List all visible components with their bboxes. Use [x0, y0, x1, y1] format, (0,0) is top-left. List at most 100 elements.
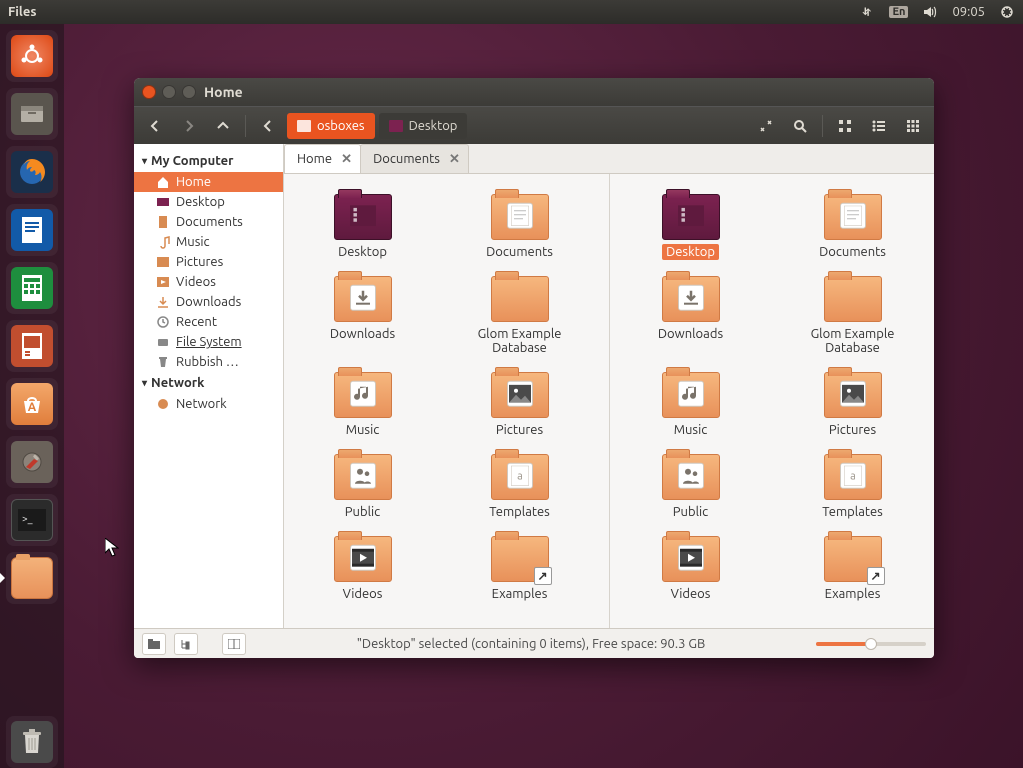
sidebar-section-network[interactable]: ▾Network [134, 372, 283, 394]
sidebar-item-downloads[interactable]: Downloads [134, 292, 283, 312]
window-title: Home [204, 84, 243, 100]
statusbar: "Desktop" selected (containing 0 items),… [134, 628, 934, 658]
folder-glom-example-database[interactable]: Glom Example Database [778, 270, 928, 362]
window-close-button[interactable] [142, 85, 156, 99]
clock[interactable]: 09:05 [952, 5, 985, 19]
desktop-icon [156, 195, 170, 209]
nav-back-button[interactable] [140, 112, 170, 140]
chevron-down-icon: ▾ [142, 155, 147, 167]
folder-desktop[interactable]: Desktop [290, 188, 435, 266]
folder-documents[interactable]: Documents [447, 188, 592, 266]
folder-public[interactable]: Public [616, 448, 766, 526]
nav-up-button[interactable] [208, 112, 238, 140]
pathbar-segment-osboxes[interactable]: osboxes [287, 113, 375, 139]
launcher-trash[interactable] [6, 716, 58, 768]
top-panel: Files En 09:05 [0, 0, 1023, 24]
folder-label: Desktop [334, 244, 391, 260]
file-pane-left[interactable]: Desktop Documents DownloadsGlom Example Da… [284, 174, 609, 628]
launcher-impress[interactable] [6, 320, 58, 372]
menubar-app-label[interactable]: Files [8, 5, 36, 19]
toggle-extra-pane-button[interactable] [222, 633, 246, 655]
folder-desktop[interactable]: Desktop [616, 188, 766, 266]
sidebar-item-label: Recent [176, 315, 217, 329]
volume-indicator-icon[interactable] [922, 4, 938, 20]
folder-examples[interactable]: ↗Examples [447, 530, 592, 608]
folder-glom-example-database[interactable]: Glom Example Database [447, 270, 592, 362]
tab-home[interactable]: Home✕ [284, 144, 361, 173]
trash-icon [156, 355, 170, 369]
svg-text:>_: >_ [22, 513, 33, 524]
show-places-button[interactable] [142, 633, 166, 655]
nav-recent-button[interactable] [253, 112, 283, 140]
folder-label: Documents [482, 244, 557, 260]
chevron-down-icon: ▾ [142, 377, 147, 389]
launcher-writer[interactable] [6, 204, 58, 256]
session-indicator-icon[interactable] [999, 4, 1015, 20]
sidebar-item-recent[interactable]: Recent [134, 312, 283, 332]
folder-templates[interactable]: a Templates [447, 448, 592, 526]
launcher-software[interactable]: A [6, 378, 58, 430]
folder-label: Public [341, 504, 384, 520]
svg-text:a: a [517, 471, 523, 483]
launcher-calc[interactable] [6, 262, 58, 314]
file-manager-window: Home osboxes Desktop ▾My Computer HomeDe… [134, 78, 934, 658]
zoom-slider[interactable] [816, 642, 926, 646]
show-tree-button[interactable] [174, 633, 198, 655]
folder-label: Pictures [492, 422, 547, 438]
folder-label: Templates [485, 504, 554, 520]
keyboard-indicator[interactable]: En [889, 6, 908, 18]
folder-music[interactable]: Music [290, 366, 435, 444]
window-maximize-button[interactable] [182, 85, 196, 99]
launcher-firefox[interactable] [6, 146, 58, 198]
folder-music[interactable]: Music [616, 366, 766, 444]
folder-documents[interactable]: Documents [778, 188, 928, 266]
view-icons-button[interactable] [830, 112, 860, 140]
network-indicator-icon[interactable] [859, 4, 875, 20]
folder-videos[interactable]: Videos [290, 530, 435, 608]
sidebar-item-network[interactable]: Network [134, 394, 283, 414]
sidebar-item-music[interactable]: Music [134, 232, 283, 252]
titlebar[interactable]: Home [134, 78, 934, 106]
toggle-location-button[interactable] [751, 112, 781, 140]
folder-label: Music [342, 422, 384, 438]
close-icon[interactable]: ✕ [449, 152, 460, 167]
folder-examples[interactable]: ↗Examples [778, 530, 928, 608]
sidebar-item-pictures[interactable]: Pictures [134, 252, 283, 272]
launcher-dash[interactable] [6, 30, 58, 82]
folder-templates[interactable]: aTemplates [778, 448, 928, 526]
folder-videos[interactable]: Videos [616, 530, 766, 608]
sidebar-item-rubbish-[interactable]: Rubbish … [134, 352, 283, 372]
view-compact-button[interactable] [898, 112, 928, 140]
sidebar-item-label: Music [176, 235, 210, 249]
sidebar-section-my-computer[interactable]: ▾My Computer [134, 150, 283, 172]
folder-downloads[interactable]: Downloads [290, 270, 435, 362]
window-minimize-button[interactable] [162, 85, 176, 99]
sidebar-item-videos[interactable]: Videos [134, 272, 283, 292]
sidebar-item-home[interactable]: Home [134, 172, 283, 192]
launcher-settings[interactable] [6, 436, 58, 488]
folder-pictures[interactable]: Pictures [778, 366, 928, 444]
folder-label: Videos [339, 586, 387, 602]
folder-label: Glom Example Database [783, 326, 923, 356]
launcher-files-running[interactable] [6, 552, 58, 604]
pictures-icon [156, 255, 170, 269]
music-icon [156, 235, 170, 249]
folder-label: Pictures [825, 422, 880, 438]
folder-downloads[interactable]: Downloads [616, 270, 766, 362]
sidebar-item-desktop[interactable]: Desktop [134, 192, 283, 212]
folder-label: Music [670, 422, 712, 438]
folder-public[interactable]: Public [290, 448, 435, 526]
launcher-files[interactable] [6, 88, 58, 140]
sidebar-item-file-system[interactable]: File System [134, 332, 283, 352]
sidebar-item-documents[interactable]: Documents [134, 212, 283, 232]
close-icon[interactable]: ✕ [341, 152, 352, 167]
search-button[interactable] [785, 112, 815, 140]
launcher-terminal[interactable]: >_ [6, 494, 58, 546]
folder-pictures[interactable]: Pictures [447, 366, 592, 444]
file-pane-right[interactable]: DesktopDocumentsDownloads Glom Example Da… [609, 174, 935, 628]
network-icon [156, 397, 170, 411]
view-list-button[interactable] [864, 112, 894, 140]
pathbar-segment-desktop[interactable]: Desktop [379, 113, 468, 139]
nav-forward-button[interactable] [174, 112, 204, 140]
tab-documents[interactable]: Documents✕ [360, 144, 469, 173]
